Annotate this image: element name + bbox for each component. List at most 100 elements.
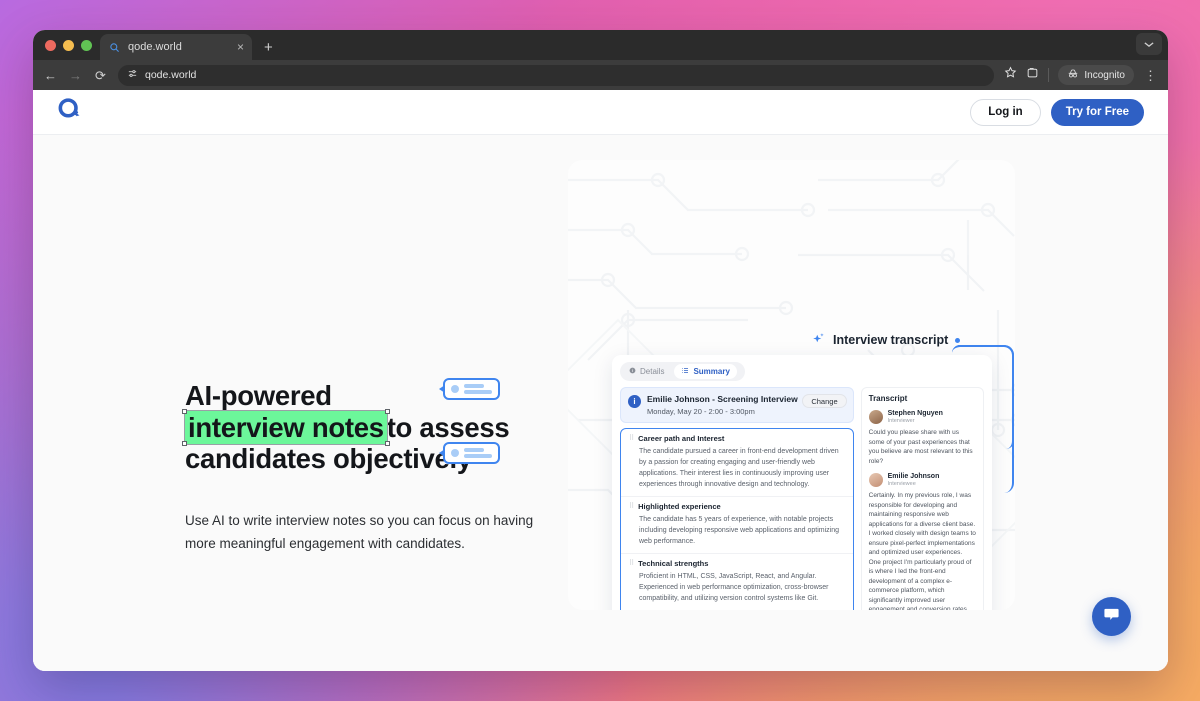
transcript-panel: Transcript Stephen Nguyen Interviewer Co… bbox=[860, 387, 984, 610]
site-header: Log in Try for Free bbox=[33, 90, 1168, 135]
speaker-meta: Emilie Johnson Interviewee bbox=[888, 473, 940, 487]
connector-dot bbox=[955, 337, 961, 343]
address-bar[interactable]: qode.world bbox=[118, 64, 995, 86]
incognito-hat-icon bbox=[1067, 68, 1079, 82]
header-actions: Log in Try for Free bbox=[970, 98, 1144, 126]
info-icon: i bbox=[628, 395, 641, 408]
info-circle-icon bbox=[629, 367, 636, 376]
heading-rest: to assess bbox=[386, 411, 510, 443]
summary-section: ⠿ Technical strengths Proficient in HTML… bbox=[621, 554, 853, 610]
reload-icon[interactable]: ⟳ bbox=[93, 69, 108, 82]
hint-line bbox=[464, 454, 492, 458]
window-traffic-lights bbox=[43, 30, 100, 60]
interview-app-card: Details Summary i Emilie Johnson - Scree… bbox=[612, 355, 992, 610]
drag-handle-icon[interactable]: ⠿ bbox=[629, 503, 634, 510]
summary-column: i Emilie Johnson - Screening Interview M… bbox=[620, 387, 854, 610]
close-window-button[interactable] bbox=[45, 39, 56, 51]
new-tab-icon[interactable]: + bbox=[264, 40, 273, 55]
section-body: The candidate pursued a career in front-… bbox=[639, 448, 839, 488]
hero-paragraph: Use AI to write interview notes so you c… bbox=[185, 512, 534, 552]
speaker-name: Emilie Johnson bbox=[887, 473, 940, 480]
selection-handle-bottom-right[interactable] bbox=[384, 441, 390, 446]
heading-line-2: interview notes to assess bbox=[182, 408, 545, 446]
transcript-speaker: Stephen Nguyen Interviewer bbox=[868, 410, 976, 424]
transcript-text: Certainly. In my previous role, I was re… bbox=[868, 492, 976, 610]
section-title: Career path and Interest bbox=[638, 434, 725, 443]
highlight-text: interview notes bbox=[185, 410, 387, 444]
tab-summary[interactable]: Summary bbox=[674, 364, 737, 379]
drag-handle-icon[interactable]: ⠿ bbox=[629, 435, 634, 442]
browser-tabstrip: qode.world × + bbox=[33, 30, 1168, 60]
incognito-badge[interactable]: Incognito bbox=[1058, 65, 1134, 85]
try-for-free-button[interactable]: Try for Free bbox=[1050, 98, 1144, 126]
selection-handle-top-right[interactable] bbox=[384, 408, 390, 414]
section-header: ⠿ Career path and Interest bbox=[629, 434, 845, 443]
qode-logo[interactable] bbox=[57, 97, 84, 127]
login-button[interactable]: Log in bbox=[970, 98, 1041, 126]
change-button[interactable]: Change bbox=[802, 394, 847, 408]
section-body: Proficient in HTML, CSS, JavaScript, Rea… bbox=[639, 573, 829, 602]
maximize-window-button[interactable] bbox=[81, 39, 92, 51]
search-circle-icon bbox=[108, 41, 121, 54]
selection-handle-top-left[interactable] bbox=[182, 408, 187, 414]
app-body: i Emilie Johnson - Screening Interview M… bbox=[612, 381, 992, 610]
selection-handle-bottom-left[interactable] bbox=[182, 441, 187, 446]
hint-line bbox=[464, 390, 492, 394]
annotation-transcript-label: Interview transcript bbox=[833, 333, 949, 347]
tab-details[interactable]: Details bbox=[622, 364, 671, 379]
meeting-info: Emilie Johnson - Screening Interview Mon… bbox=[647, 394, 798, 416]
hint-lines bbox=[464, 448, 492, 458]
hint-avatar-placeholder bbox=[451, 385, 459, 393]
browser-toolbar: ← → ⟳ qode.world Incognito ⋮ bbox=[33, 60, 1168, 90]
meeting-row: i Emilie Johnson - Screening Interview M… bbox=[620, 387, 854, 423]
avatar bbox=[868, 473, 883, 487]
address-text[interactable]: qode.world bbox=[145, 69, 196, 81]
section-header: ⠿ Technical strengths bbox=[629, 559, 845, 568]
speaker-role: Interviewer bbox=[887, 418, 915, 424]
avatar bbox=[868, 410, 883, 424]
hero-copy: AI-powered interview notes to assess can… bbox=[182, 380, 545, 556]
speaker-name: Stephen Nguyen bbox=[887, 410, 943, 417]
highlighted-phrase[interactable]: interview notes bbox=[182, 408, 390, 446]
hint-arrow bbox=[439, 449, 445, 457]
summary-sections-list: ⠿ Career path and Interest The candidate… bbox=[620, 428, 854, 610]
sparkle-star-icon bbox=[811, 331, 826, 349]
speaker-role: Interviewee bbox=[887, 481, 916, 487]
browser-menu-icon[interactable]: ⋮ bbox=[1143, 69, 1158, 82]
web-page: Log in Try for Free AI-powered interview… bbox=[33, 90, 1168, 671]
tab-title: qode.world bbox=[128, 41, 182, 53]
transcript-text: Could you please share with us some of y… bbox=[868, 429, 973, 465]
browser-tab[interactable]: qode.world × bbox=[100, 34, 252, 60]
browser-window: qode.world × + ← → ⟳ qode.world Incognit… bbox=[33, 30, 1168, 671]
meeting-title: Emilie Johnson - Screening Interview bbox=[647, 394, 798, 404]
section-body: The candidate has 5 years of experience,… bbox=[639, 516, 840, 545]
chat-bubble-button[interactable] bbox=[1092, 597, 1131, 636]
speaker-meta: Stephen Nguyen Interviewer bbox=[888, 410, 943, 424]
summary-section: ⠿ Highlighted experience The candidate h… bbox=[621, 497, 853, 554]
hint-avatar-placeholder bbox=[451, 449, 459, 457]
annotation-interview-transcript: Interview transcript bbox=[811, 331, 961, 349]
toolbar-divider bbox=[1048, 68, 1050, 82]
tab-group-icon[interactable] bbox=[1026, 66, 1039, 84]
transcript-hint-2 bbox=[439, 442, 500, 464]
chevron-down-icon[interactable] bbox=[1136, 33, 1162, 55]
section-header: ⠿ Highlighted experience bbox=[629, 502, 845, 511]
chat-bubble-icon bbox=[1103, 606, 1120, 628]
hint-arrow bbox=[439, 385, 445, 393]
star-icon[interactable] bbox=[1004, 66, 1017, 84]
drag-handle-icon[interactable]: ⠿ bbox=[629, 560, 634, 567]
transcript-title: Transcript bbox=[868, 394, 908, 403]
list-icon bbox=[681, 367, 689, 376]
toolbar-actions: Incognito ⋮ bbox=[1004, 65, 1158, 85]
section-title: Technical strengths bbox=[638, 559, 709, 568]
close-tab-icon[interactable]: × bbox=[237, 41, 244, 53]
tab-details-label: Details bbox=[640, 367, 665, 376]
transcript-speaker: Emilie Johnson Interviewee bbox=[868, 473, 976, 487]
incognito-label: Incognito bbox=[1084, 69, 1125, 81]
forward-icon[interactable]: → bbox=[68, 69, 83, 82]
minimize-window-button[interactable] bbox=[63, 39, 74, 51]
back-icon[interactable]: ← bbox=[43, 69, 58, 82]
hint-line bbox=[464, 384, 484, 388]
tune-icon[interactable] bbox=[127, 68, 138, 82]
product-mockup: Interview transcript Interview summary bbox=[568, 160, 1015, 610]
